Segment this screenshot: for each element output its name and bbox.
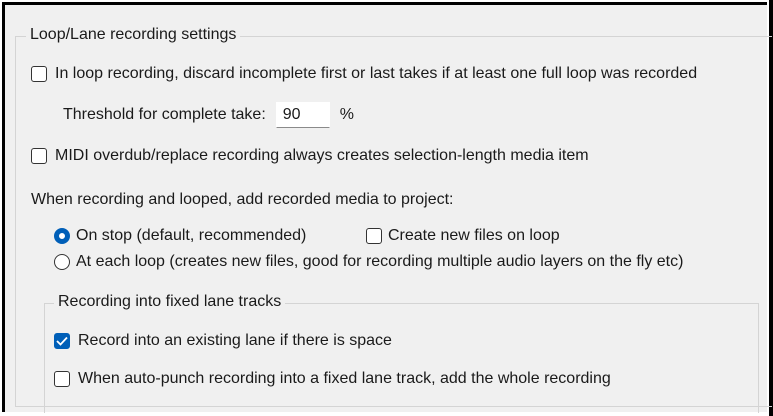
checkmark-icon bbox=[56, 336, 68, 346]
auto-punch-checkbox[interactable] bbox=[54, 371, 70, 387]
on-stop-option[interactable]: On stop (default, recommended) bbox=[54, 226, 306, 246]
lane-group-title: Recording into fixed lane tracks bbox=[54, 293, 286, 311]
each-loop-radio[interactable] bbox=[54, 254, 70, 270]
discard-takes-checkbox[interactable] bbox=[31, 66, 47, 82]
each-loop-label: At each loop (creates new files, good fo… bbox=[76, 253, 684, 270]
existing-lane-option[interactable]: Record into an existing lane if there is… bbox=[54, 331, 392, 351]
midi-overdub-checkbox[interactable] bbox=[31, 148, 47, 164]
fixed-lane-groupbox bbox=[44, 303, 759, 413]
discard-takes-label: In loop recording, discard incomplete fi… bbox=[55, 65, 698, 82]
threshold-row: Threshold for complete take: 90 % bbox=[63, 102, 354, 128]
existing-lane-checkbox[interactable] bbox=[54, 333, 70, 349]
group-title: Loop/Lane recording settings bbox=[26, 26, 241, 44]
discard-takes-option[interactable]: In loop recording, discard incomplete fi… bbox=[31, 64, 697, 84]
threshold-unit: % bbox=[339, 106, 354, 123]
looped-heading-text: When recording and looped, add recorded … bbox=[31, 191, 454, 208]
on-stop-radio[interactable] bbox=[54, 228, 70, 244]
auto-punch-label: When auto-punch recording into a fixed l… bbox=[78, 370, 611, 387]
looped-heading: When recording and looped, add recorded … bbox=[31, 190, 453, 210]
existing-lane-label: Record into an existing lane if there is… bbox=[78, 332, 392, 349]
create-new-files-checkbox[interactable] bbox=[366, 228, 382, 244]
on-stop-label: On stop (default, recommended) bbox=[76, 227, 307, 244]
auto-punch-option[interactable]: When auto-punch recording into a fixed l… bbox=[54, 369, 611, 389]
each-loop-option[interactable]: At each loop (creates new files, good fo… bbox=[54, 252, 683, 272]
create-new-files-label: Create new files on loop bbox=[388, 227, 560, 244]
threshold-input[interactable]: 90 bbox=[275, 102, 330, 128]
midi-overdub-label: MIDI overdub/replace recording always cr… bbox=[55, 147, 589, 164]
threshold-label: Threshold for complete take: bbox=[63, 106, 266, 123]
create-new-files-option[interactable]: Create new files on loop bbox=[366, 226, 560, 246]
midi-overdub-option[interactable]: MIDI overdub/replace recording always cr… bbox=[31, 146, 589, 166]
